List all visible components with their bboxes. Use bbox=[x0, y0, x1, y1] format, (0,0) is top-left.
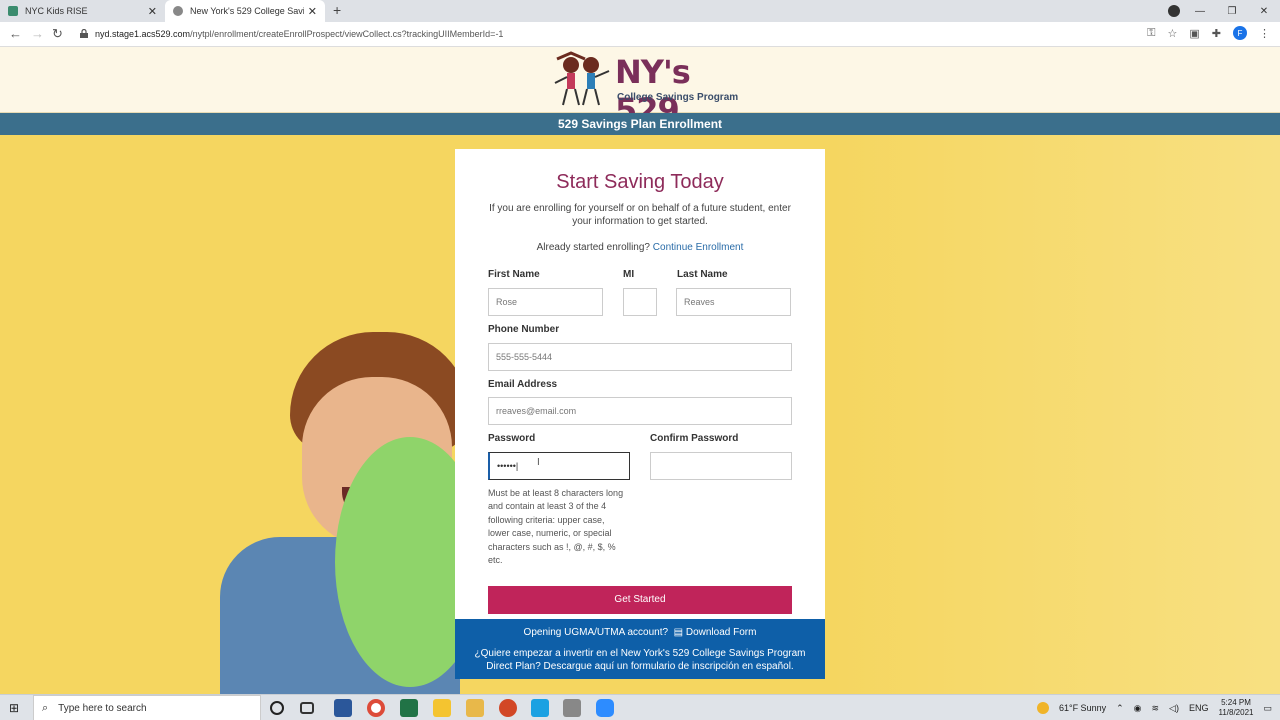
url-path: /nytpl/enrollment/createEnrollProspect/v… bbox=[190, 29, 504, 39]
background-gradient bbox=[830, 135, 1280, 694]
get-started-button[interactable]: Get Started bbox=[488, 586, 792, 614]
password-field[interactable]: ••••••| bbox=[488, 452, 630, 480]
confirm-password-label: Confirm Password bbox=[650, 433, 739, 444]
ugma-line: Opening UGMA/UTMA account? ▤ Download Fo… bbox=[455, 627, 825, 638]
address-bar: ← → ↻ nyd.stage1.acs529.com/nytpl/enroll… bbox=[0, 22, 1280, 47]
tab-label: NYC Kids RISE bbox=[25, 6, 88, 16]
forward-icon[interactable]: → bbox=[31, 26, 44, 41]
download-form-link[interactable]: Download Form bbox=[686, 627, 757, 638]
already-text: Already started enrolling? bbox=[536, 242, 650, 253]
lock-icon[interactable] bbox=[80, 29, 88, 38]
search-icon: ⌕ bbox=[42, 701, 49, 714]
key-icon[interactable]: ⚿ bbox=[1147, 27, 1155, 40]
app-icon[interactable] bbox=[531, 699, 549, 717]
nyc-kids-rise-favicon-icon bbox=[8, 6, 18, 16]
browser-tabbar: NYC Kids RISE ✕ New York's 529 College S… bbox=[0, 0, 1280, 22]
word-icon[interactable] bbox=[334, 699, 352, 717]
ny529-logo[interactable]: NY's 529 College Savings Program bbox=[553, 51, 738, 129]
email-label: Email Address bbox=[488, 379, 558, 390]
url-field[interactable]: nyd.stage1.acs529.com/nytpl/enrollment/c… bbox=[95, 29, 503, 39]
windows-start-icon[interactable]: ⊞ bbox=[9, 701, 19, 715]
logo-subtitle: College Savings Program bbox=[617, 92, 739, 103]
restore-icon[interactable]: ❐ bbox=[1216, 6, 1248, 17]
language-indicator[interactable]: ENG bbox=[1189, 703, 1209, 713]
back-icon[interactable]: ← bbox=[9, 26, 22, 41]
password-requirements: Must be at least 8 characters long and c… bbox=[488, 488, 624, 566]
task-view-icon[interactable] bbox=[300, 702, 314, 714]
mi-field[interactable] bbox=[623, 288, 657, 316]
spanish-form-text[interactable]: ¿Quiere empezar a invertir en el New Yor… bbox=[465, 647, 815, 673]
phone-field[interactable]: 555-555-5444 bbox=[488, 343, 792, 371]
enrollment-form-card: Start Saving Today If you are enrolling … bbox=[455, 149, 825, 679]
tab-ny-529[interactable]: New York's 529 College Savings ✕ bbox=[165, 0, 325, 22]
document-icon: ▤ bbox=[670, 627, 684, 638]
extension-icon[interactable]: ▣ bbox=[1189, 27, 1199, 40]
password-label: Password bbox=[488, 433, 536, 444]
profile-avatar[interactable]: F bbox=[1233, 26, 1247, 40]
menu-dots-icon[interactable]: ⋮ bbox=[1259, 27, 1270, 40]
site-header: NY's 529 College Savings Program bbox=[0, 47, 1280, 129]
notifications-icon[interactable]: ▭ bbox=[1263, 703, 1272, 714]
sticky-notes-icon[interactable] bbox=[433, 699, 451, 717]
volume-icon[interactable]: ◁) bbox=[1169, 703, 1179, 714]
text-cursor-icon: I bbox=[537, 457, 540, 468]
reload-icon[interactable]: ↻ bbox=[52, 26, 63, 42]
ugma-text: Opening UGMA/UTMA account? bbox=[523, 627, 669, 638]
clock-time: 5:24 PM bbox=[1221, 698, 1251, 707]
enrollment-banner: 529 Savings Plan Enrollment bbox=[0, 113, 1280, 135]
first-name-label: First Name bbox=[488, 269, 540, 280]
clock-date: 11/8/2021 bbox=[1218, 708, 1254, 717]
network-icon[interactable]: ◉ bbox=[1134, 703, 1142, 714]
close-tab-icon[interactable]: ✕ bbox=[148, 5, 157, 18]
snip-icon[interactable] bbox=[563, 699, 581, 717]
tab-nyc-kids-rise[interactable]: NYC Kids RISE ✕ bbox=[0, 0, 165, 22]
wifi-icon[interactable]: ≋ bbox=[1152, 703, 1160, 714]
window-controls: — ❐ ✕ bbox=[1184, 0, 1280, 22]
zoom-icon[interactable] bbox=[596, 699, 614, 717]
system-tray: 61°F Sunny ⌃ ◉ ≋ ◁) ENG 5:24 PM 11/8/202… bbox=[1036, 695, 1272, 720]
powerpoint-icon[interactable] bbox=[499, 699, 517, 717]
taskbar-search-placeholder: Type here to search bbox=[58, 702, 147, 714]
close-window-icon[interactable]: ✕ bbox=[1248, 6, 1280, 17]
first-name-field[interactable]: Rose bbox=[488, 288, 603, 316]
last-name-label: Last Name bbox=[677, 269, 728, 280]
phone-label: Phone Number bbox=[488, 324, 560, 335]
page-content: NY's 529 College Savings Program 529 Sav… bbox=[0, 47, 1280, 694]
cortana-icon[interactable] bbox=[270, 701, 284, 715]
mi-label: MI bbox=[623, 269, 635, 280]
close-tab-icon[interactable]: ✕ bbox=[308, 5, 317, 18]
url-host: nyd.stage1.acs529.com bbox=[95, 29, 191, 39]
tab-search-icon[interactable] bbox=[1168, 5, 1180, 17]
form-title: Start Saving Today bbox=[556, 171, 724, 193]
confirm-password-field[interactable] bbox=[650, 452, 792, 480]
weather-text[interactable]: 61°F Sunny bbox=[1059, 703, 1106, 713]
ugma-info-box: Opening UGMA/UTMA account? ▤ Download Fo… bbox=[455, 619, 825, 679]
taskbar-search[interactable]: ⌕ Type here to search bbox=[33, 695, 261, 720]
tray-chevron-icon[interactable]: ⌃ bbox=[1116, 703, 1124, 714]
globe-favicon-icon bbox=[173, 6, 183, 16]
excel-icon[interactable] bbox=[400, 699, 418, 717]
last-name-field[interactable]: Reaves bbox=[676, 288, 791, 316]
chrome-icon[interactable] bbox=[367, 699, 385, 717]
form-intro: If you are enrolling for yourself or on … bbox=[489, 203, 791, 227]
puzzle-icon[interactable]: ✚ bbox=[1212, 27, 1221, 40]
file-explorer-icon[interactable] bbox=[466, 699, 484, 717]
minimize-icon[interactable]: — bbox=[1184, 6, 1216, 17]
email-field[interactable]: rreaves@email.com bbox=[488, 397, 792, 425]
new-tab-icon[interactable]: + bbox=[333, 2, 341, 18]
toolbar-icons: ⚿ ☆ ▣ ✚ F ⋮ bbox=[1147, 26, 1270, 40]
already-enrolling: Already started enrolling? Continue Enro… bbox=[455, 242, 825, 253]
weather-sun-icon bbox=[1036, 702, 1049, 714]
clock[interactable]: 5:24 PM 11/8/2021 bbox=[1218, 698, 1253, 718]
bookmark-star-icon[interactable]: ☆ bbox=[1168, 27, 1178, 40]
taskbar: ⊞ ⌕ Type here to search 61°F Sunny ⌃ ◉ ≋… bbox=[0, 694, 1280, 720]
tab-label: New York's 529 College Savings bbox=[190, 6, 304, 16]
continue-enrollment-link[interactable]: Continue Enrollment bbox=[653, 242, 744, 253]
kids-logo-icon bbox=[554, 51, 610, 106]
